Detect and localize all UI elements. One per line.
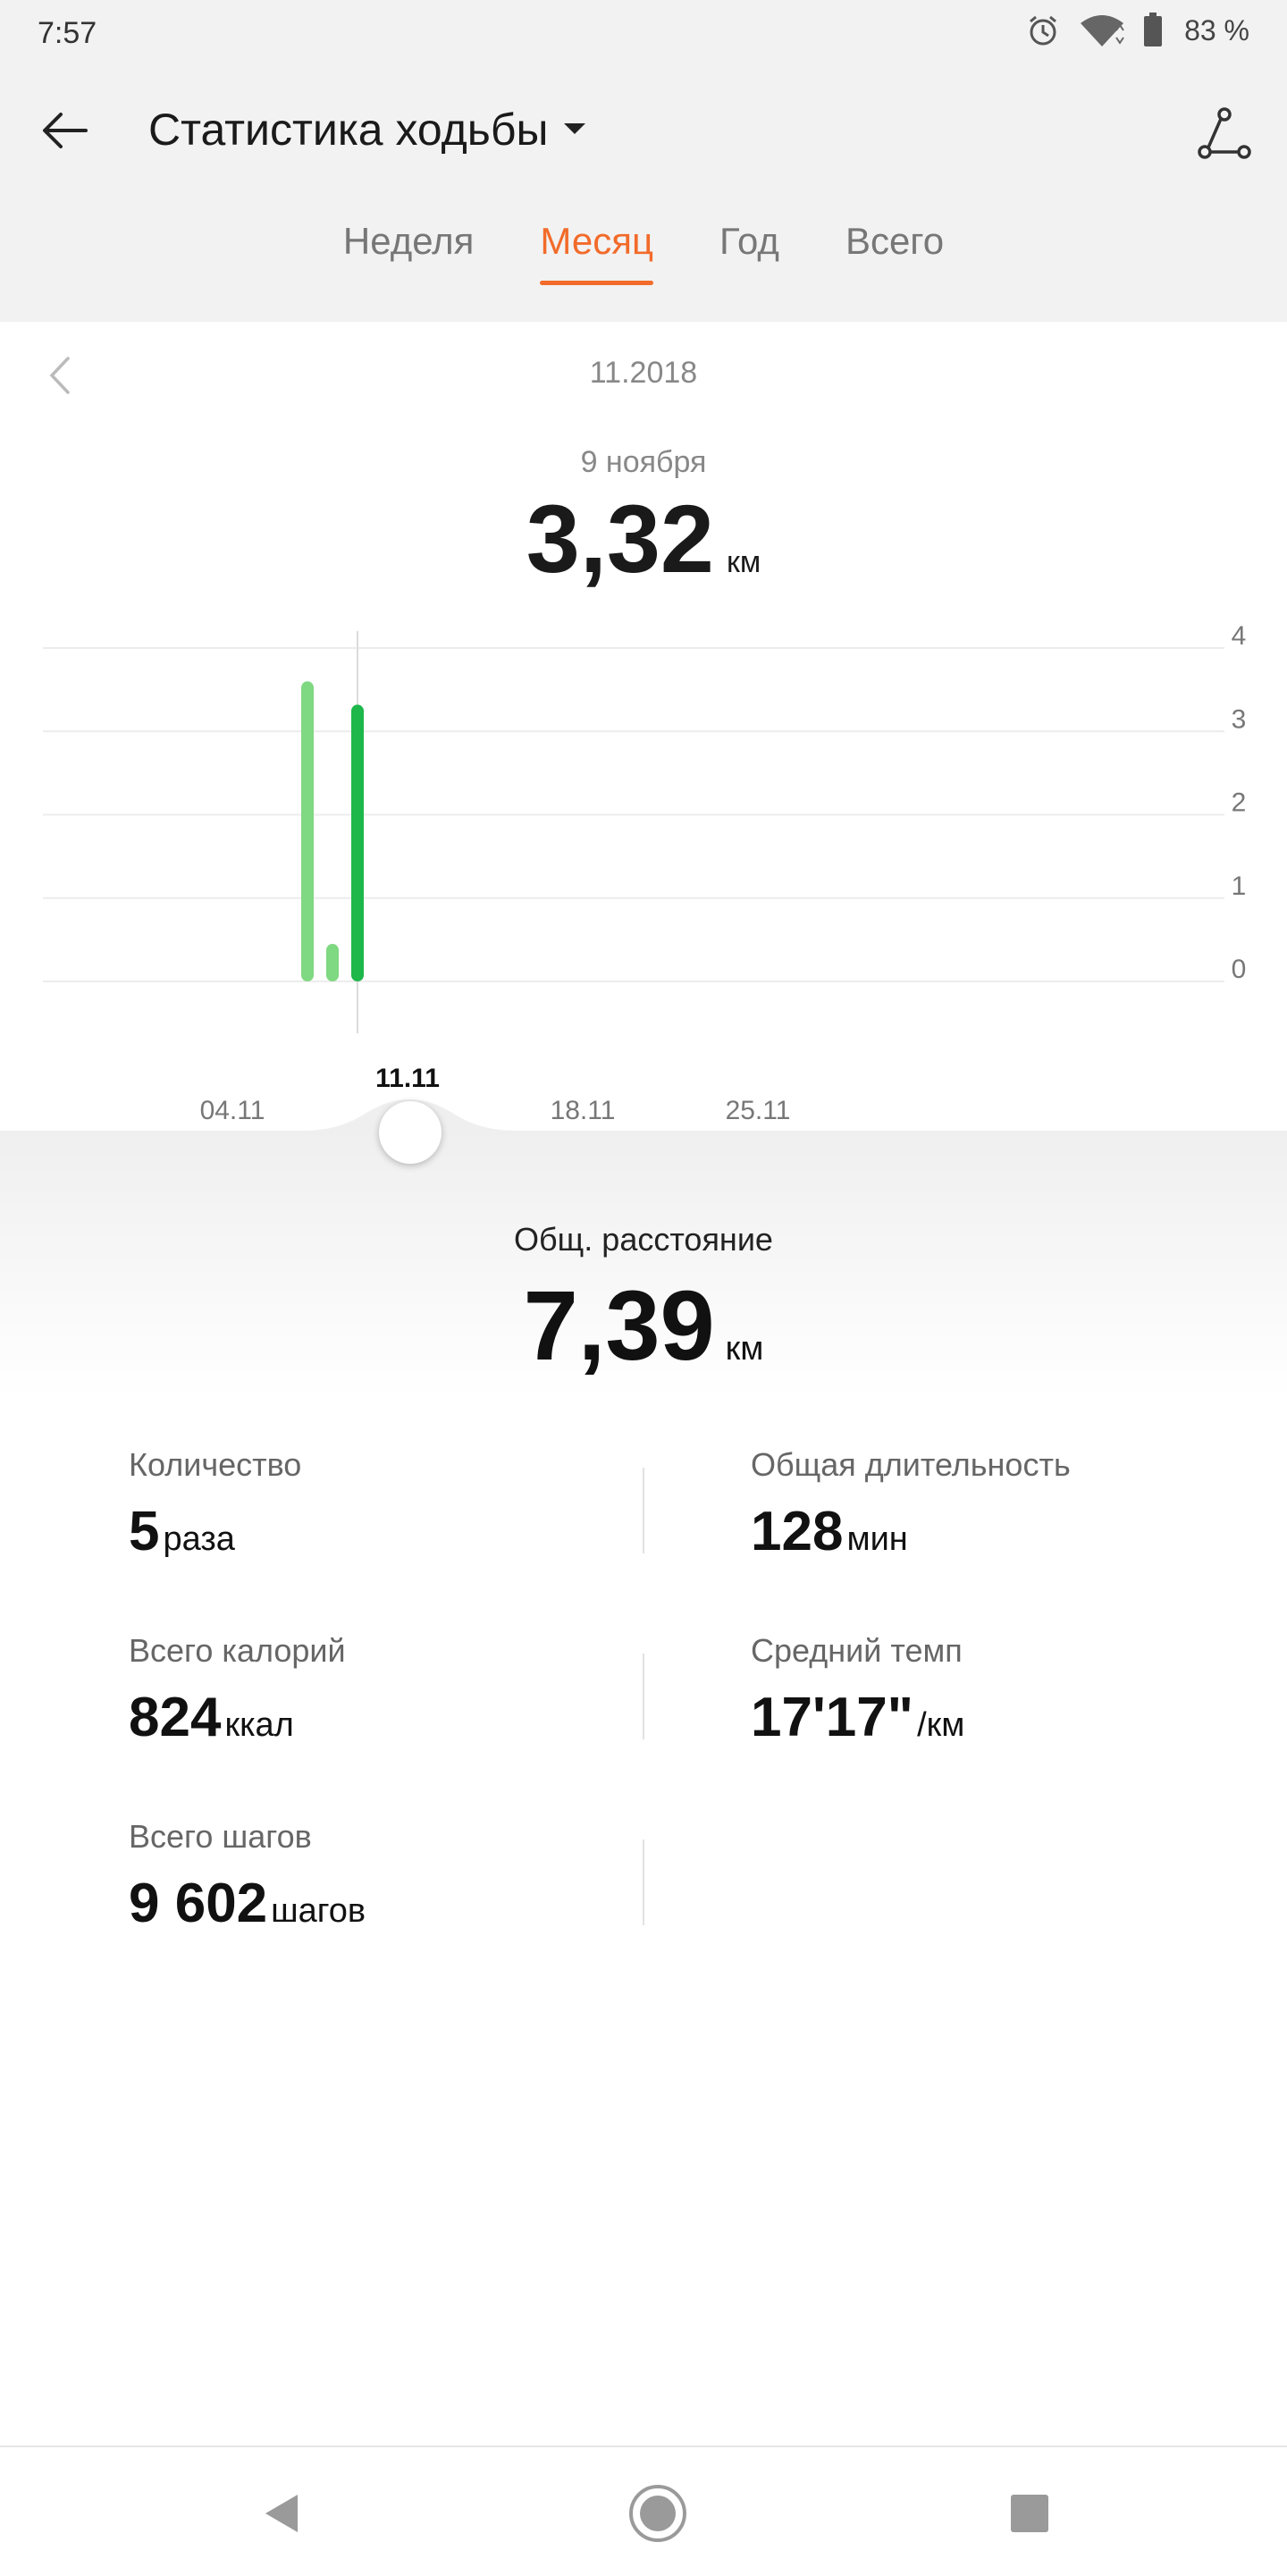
- stat-label: Общая длительность: [751, 1446, 1071, 1483]
- wifi-icon: [1077, 13, 1127, 48]
- stat-duration: Общая длительность 128 мин: [751, 1446, 1287, 1563]
- status-time: 7:57: [38, 16, 97, 50]
- x-tick-label: 25.11: [726, 1096, 791, 1125]
- nav-home-button[interactable]: [622, 2478, 694, 2549]
- home-circle-icon: [629, 2485, 686, 2542]
- selected-value: 3,32: [526, 484, 714, 593]
- tab-all[interactable]: Всего: [824, 215, 965, 307]
- stat-unit: /км: [917, 1706, 965, 1744]
- total-distance-unit: км: [725, 1330, 764, 1368]
- battery-percent: 83 %: [1184, 13, 1249, 46]
- tab-underline: [845, 281, 944, 285]
- selected-bar: [351, 704, 364, 981]
- tab-underline-active: [540, 281, 654, 285]
- tab-month-label: Месяц: [540, 220, 654, 262]
- square-recents-icon: [1011, 2495, 1048, 2532]
- y-tick-label: 1: [1232, 871, 1247, 901]
- arrow-left-icon: [43, 113, 88, 148]
- chart-slider-handle[interactable]: [379, 1101, 442, 1164]
- battery-icon: [1143, 13, 1163, 48]
- tab-week-label: Неделя: [342, 220, 475, 262]
- stat-label: Всего калорий: [129, 1632, 346, 1669]
- x-tick-label: 04.11: [200, 1096, 265, 1125]
- stat-unit: раза: [163, 1520, 235, 1558]
- y-tick-label: 3: [1232, 704, 1247, 734]
- y-tick-label: 4: [1232, 621, 1247, 651]
- slider-track-wave: [0, 1099, 1287, 1135]
- month-label: 11.2018: [589, 356, 698, 390]
- stat-label: Количество: [129, 1446, 302, 1483]
- x-tick-label: 11.11: [375, 1064, 440, 1093]
- tab-week[interactable]: Неделя: [322, 215, 496, 307]
- distance-bar-chart[interactable]: 0 1 2 3 4 04.11 11.11 18.11 25.11: [0, 599, 1287, 1135]
- nav-recents-button[interactable]: [994, 2478, 1065, 2549]
- tab-year[interactable]: Год: [698, 215, 801, 307]
- route-button[interactable]: [1189, 98, 1260, 170]
- triangle-back-icon: [265, 2495, 298, 2532]
- total-distance-label: Общ. расстояние: [514, 1221, 773, 1258]
- tab-underline: [343, 281, 475, 285]
- alarm-icon: [1025, 13, 1061, 48]
- stat-unit: мин: [846, 1520, 908, 1558]
- selected-date: 9 ноября: [580, 445, 707, 479]
- y-tick-label: 2: [1232, 788, 1247, 818]
- stat-value: 128: [751, 1501, 844, 1562]
- route-icon: [1198, 107, 1251, 159]
- stat-unit: ккал: [224, 1706, 294, 1744]
- selected-unit: км: [726, 545, 761, 579]
- bar: [301, 681, 314, 981]
- bar: [326, 944, 339, 981]
- stat-label: Всего шагов: [129, 1818, 312, 1855]
- app-bar: Статистика ходьбы: [0, 72, 1287, 197]
- tab-underline: [719, 281, 779, 285]
- y-tick-label: 0: [1232, 955, 1247, 984]
- caret-down-icon: [564, 123, 586, 134]
- stat-steps: Всего шагов 9 602 шагов: [129, 1818, 665, 1935]
- page-title: Статистика ходьбы: [148, 105, 549, 155]
- stat-value: 9 602: [129, 1873, 268, 1934]
- stat-unit: шагов: [271, 1892, 366, 1930]
- status-icons: 83 %: [1025, 13, 1249, 48]
- tab-all-label: Всего: [845, 220, 945, 262]
- period-tabs: Неделя Месяц Год Всего: [0, 215, 1287, 307]
- selected-value-row: 3,32 км: [0, 483, 1287, 594]
- stat-label: Средний темп: [751, 1632, 963, 1669]
- stat-divider: [643, 1654, 644, 1739]
- stat-value: 5: [129, 1501, 160, 1562]
- tab-month[interactable]: Месяц: [518, 215, 675, 307]
- title-dropdown[interactable]: Статистика ходьбы: [148, 104, 587, 156]
- stat-pace: Средний темп 17'17"/км: [751, 1632, 1287, 1749]
- nav-back-button[interactable]: [247, 2478, 318, 2549]
- stat-divider: [643, 1839, 644, 1925]
- x-tick-label: 18.11: [551, 1096, 616, 1125]
- stat-divider: [643, 1468, 644, 1553]
- stat-value: 17'17": [751, 1687, 914, 1748]
- stat-calories: Всего калорий 824 ккал: [129, 1632, 665, 1749]
- system-nav-bar: [0, 2446, 1287, 2576]
- status-bar: 7:57 83 %: [0, 0, 1287, 72]
- back-button[interactable]: [32, 98, 97, 163]
- tab-year-label: Год: [719, 220, 779, 262]
- total-distance-row: 7,39 км: [0, 1269, 1287, 1383]
- stat-value: 824: [129, 1687, 222, 1748]
- stat-count: Количество 5 раза: [129, 1446, 665, 1563]
- total-distance-value: 7,39: [523, 1271, 715, 1381]
